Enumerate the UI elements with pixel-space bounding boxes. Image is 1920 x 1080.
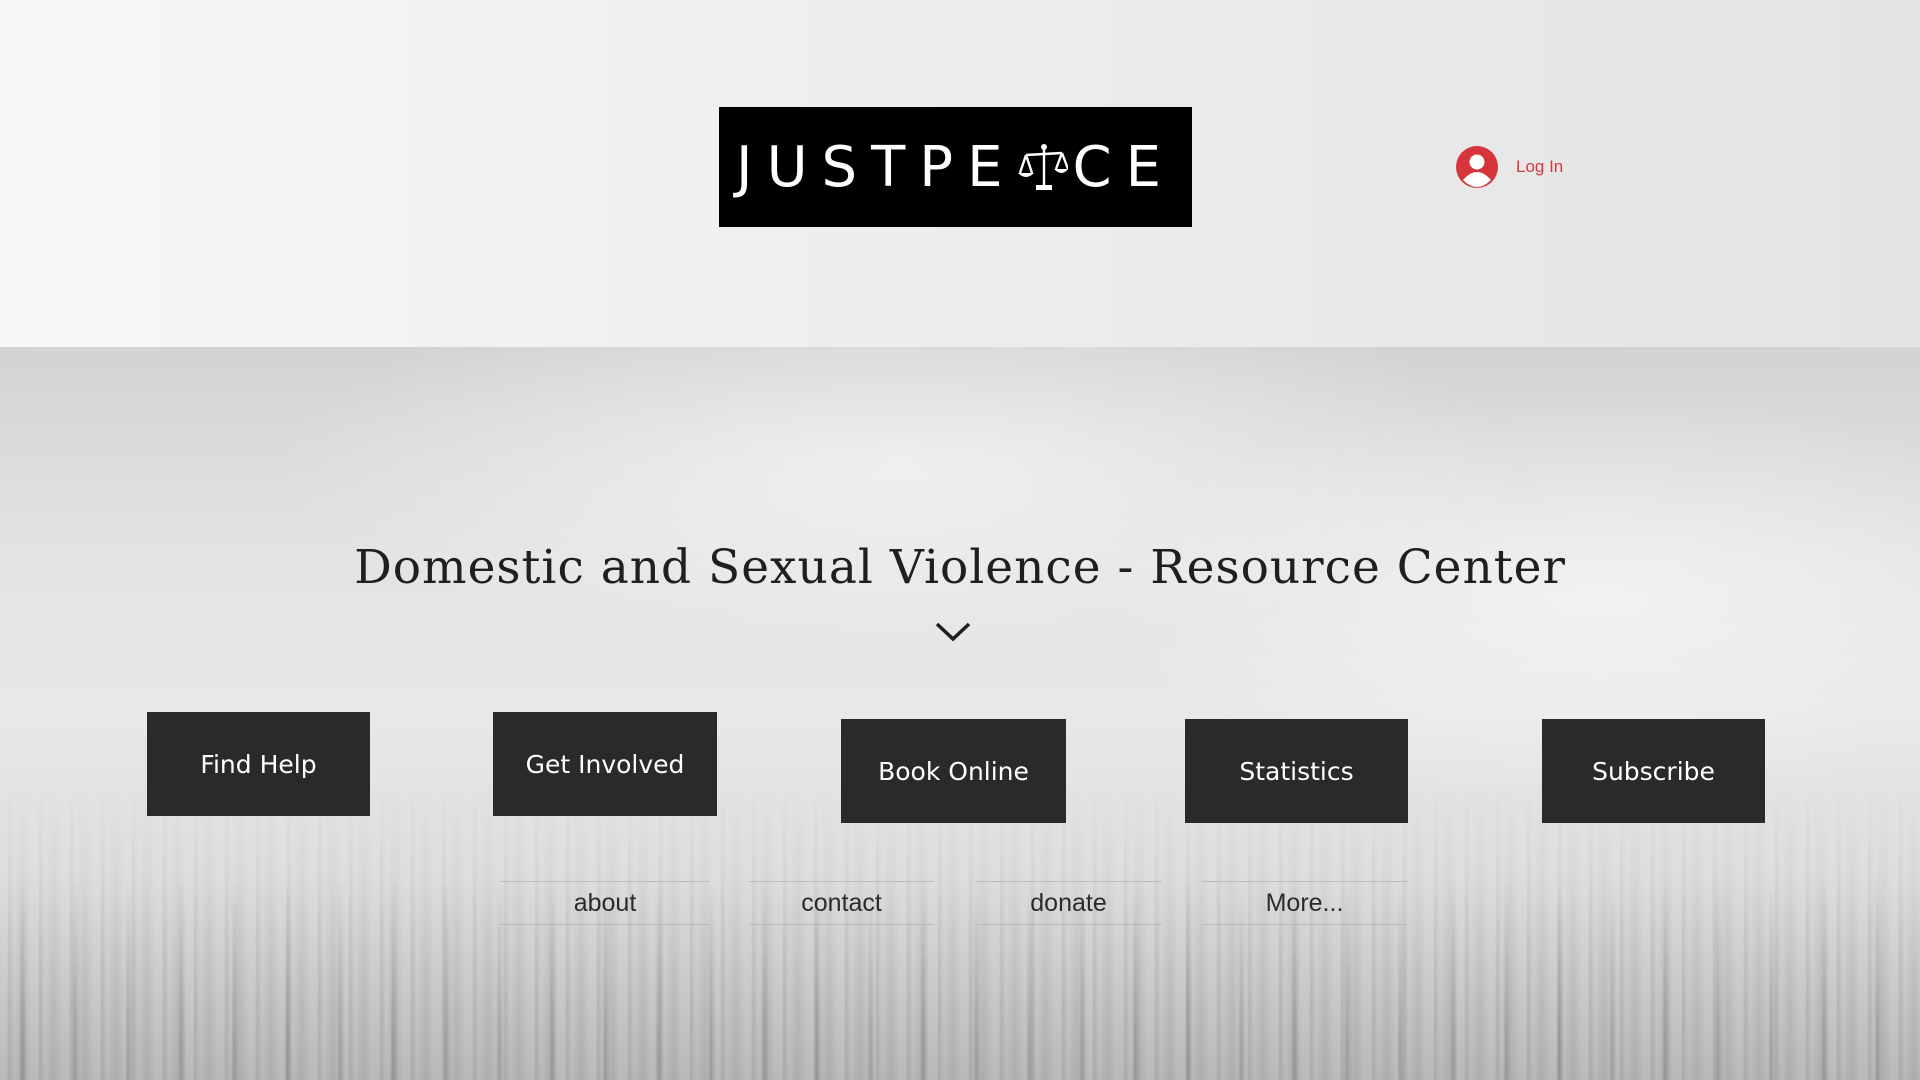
user-avatar-icon <box>1456 146 1498 188</box>
site-header: JUSTPE CE Log In <box>0 0 1920 347</box>
nav-item-about[interactable]: about <box>500 881 710 925</box>
logo-text-right: CE <box>1072 134 1175 200</box>
find-help-button[interactable]: Find Help <box>147 712 370 816</box>
nav-item-contact[interactable]: contact <box>749 881 934 925</box>
login-label: Log In <box>1516 157 1564 176</box>
statistics-button[interactable]: Statistics <box>1185 719 1408 823</box>
book-online-button[interactable]: Book Online <box>841 719 1066 823</box>
chevron-down-icon[interactable] <box>934 620 972 644</box>
background-texture-overlay <box>0 880 1920 1080</box>
scales-of-justice-icon <box>1016 139 1070 195</box>
logo-text-left: JUSTPE <box>736 134 1017 200</box>
site-logo[interactable]: JUSTPE CE <box>719 107 1192 227</box>
get-involved-button[interactable]: Get Involved <box>493 712 717 816</box>
subscribe-button[interactable]: Subscribe <box>1542 719 1765 823</box>
login-button[interactable]: Log In <box>1456 145 1563 189</box>
nav-item-more[interactable]: More... <box>1202 881 1407 925</box>
page-title: Domestic and Sexual Violence - Resource … <box>354 540 1566 595</box>
nav-item-donate[interactable]: donate <box>975 881 1162 925</box>
